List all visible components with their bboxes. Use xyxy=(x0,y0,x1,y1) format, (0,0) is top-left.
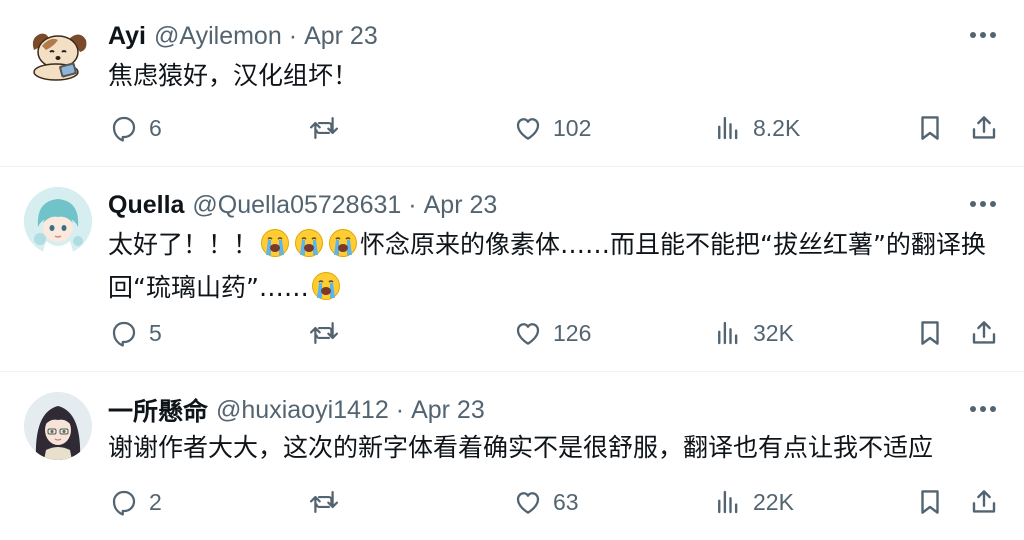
repost-arrows-icon xyxy=(308,112,340,144)
repost-button[interactable] xyxy=(308,482,349,522)
reply-count: 6 xyxy=(149,114,162,141)
tweet-text: 谢谢作者大大，这次的新字体看着确实不是很舒服，翻译也有点让我不适应 xyxy=(108,433,934,462)
user-handle[interactable]: @Ayilemon xyxy=(154,22,282,51)
heart-icon xyxy=(512,486,544,518)
tweet-2[interactable]: Quella @Quella05728631 · Apr 23 太好了！！！ 怀念… xyxy=(0,167,1024,371)
more-options-button[interactable] xyxy=(966,18,1000,52)
tweet-text: 太好了！！！ 怀念原来的像素体……而且能不能把“拔丝红薯”的翻译换 回“琉璃山药”… xyxy=(108,223,1008,309)
tweet-date[interactable]: Apr 23 xyxy=(424,191,498,220)
like-count: 63 xyxy=(553,488,579,515)
reply-bubble-icon xyxy=(108,112,140,144)
tweet-actions: 2 63 22K xyxy=(0,482,1024,522)
tweet-header: Quella @Quella05728631 · Apr 23 xyxy=(108,189,497,221)
anime-girl-teal-hair-avatar-icon xyxy=(24,187,92,255)
repost-arrows-icon xyxy=(308,317,340,349)
display-name[interactable]: Ayi xyxy=(108,22,146,51)
separator-dot: · xyxy=(395,395,405,424)
repost-button[interactable] xyxy=(308,313,349,353)
tweet-header: Ayi @Ayilemon · Apr 23 xyxy=(108,20,378,52)
tweet-date[interactable]: Apr 23 xyxy=(411,396,485,425)
bookmark-button[interactable] xyxy=(914,482,946,522)
avatar[interactable] xyxy=(24,392,92,460)
display-name[interactable]: 一所懸命 xyxy=(108,392,208,428)
reply-count: 5 xyxy=(149,319,162,346)
separator-dot: · xyxy=(408,190,417,219)
bookmark-button[interactable] xyxy=(914,313,946,353)
user-handle[interactable]: @huxiaoyi1412 xyxy=(216,396,389,425)
share-button[interactable] xyxy=(968,108,1000,148)
tweet-header: 一所懸命 @huxiaoyi1412 · Apr 23 xyxy=(108,392,485,428)
share-button[interactable] xyxy=(968,482,1000,522)
heart-icon xyxy=(512,317,544,349)
reply-button[interactable]: 6 xyxy=(108,108,162,148)
reply-count: 2 xyxy=(149,488,162,515)
loudly-crying-face-icon xyxy=(260,228,290,258)
loudly-crying-face-icon xyxy=(294,228,324,258)
views-bar-chart-icon xyxy=(712,112,744,144)
separator-dot: · xyxy=(288,21,298,50)
avatar[interactable] xyxy=(24,20,92,88)
loudly-crying-face-icon xyxy=(311,271,341,301)
tweet-text-part: 怀念原来的像素体……而且能不能把“拔丝红薯”的翻译换 xyxy=(360,230,986,259)
view-count: 22K xyxy=(753,488,794,515)
share-upload-icon xyxy=(968,112,1000,144)
like-count: 102 xyxy=(553,114,592,141)
share-upload-icon xyxy=(968,317,1000,349)
more-dots-icon xyxy=(970,32,996,38)
like-button[interactable]: 102 xyxy=(512,108,591,148)
avatar[interactable] xyxy=(24,187,92,255)
tweet-text: 焦虑猿好，汉化组坏！ xyxy=(108,61,359,90)
user-handle[interactable]: @Quella05728631 xyxy=(192,191,401,220)
more-dots-icon xyxy=(970,406,996,412)
share-button[interactable] xyxy=(968,313,1000,353)
tweet-1[interactable]: Ayi @Ayilemon · Apr 23 焦虑猿好，汉化组坏！ 6 102 … xyxy=(0,0,1024,166)
views-bar-chart-icon xyxy=(712,317,744,349)
views-button[interactable]: 22K xyxy=(712,482,794,522)
reply-bubble-icon xyxy=(108,317,140,349)
heart-icon xyxy=(512,112,544,144)
dog-lying-avatar-icon xyxy=(24,20,92,88)
tweet-text-part: 太好了！！！ xyxy=(108,230,259,259)
loudly-crying-face-icon xyxy=(328,228,358,258)
bookmark-icon xyxy=(914,486,946,518)
reply-button[interactable]: 2 xyxy=(108,482,162,522)
bookmark-icon xyxy=(914,112,946,144)
bookmark-button[interactable] xyxy=(914,108,946,148)
tweet-date[interactable]: Apr 23 xyxy=(304,22,378,51)
repost-arrows-icon xyxy=(308,486,340,518)
bookmark-icon xyxy=(914,317,946,349)
more-options-button[interactable] xyxy=(966,187,1000,221)
share-upload-icon xyxy=(968,486,1000,518)
views-button[interactable]: 32K xyxy=(712,313,794,353)
tweet-3[interactable]: 一所懸命 @huxiaoyi1412 · Apr 23 谢谢作者大大，这次的新字… xyxy=(0,372,1024,540)
views-button[interactable]: 8.2K xyxy=(712,108,800,148)
like-count: 126 xyxy=(553,319,592,346)
views-bar-chart-icon xyxy=(712,486,744,518)
reply-bubble-icon xyxy=(108,486,140,518)
like-button[interactable]: 126 xyxy=(512,313,591,353)
tweet-actions: 6 102 8.2K xyxy=(0,108,1024,148)
display-name[interactable]: Quella xyxy=(108,191,184,220)
tweet-text-part: 回“琉璃山药”…… xyxy=(108,273,309,302)
like-button[interactable]: 63 xyxy=(512,482,579,522)
repost-button[interactable] xyxy=(308,108,349,148)
view-count: 32K xyxy=(753,319,794,346)
view-count: 8.2K xyxy=(753,114,801,141)
anime-girl-dark-hair-avatar-icon xyxy=(24,392,92,460)
more-dots-icon xyxy=(970,201,996,207)
reply-button[interactable]: 5 xyxy=(108,313,162,353)
more-options-button[interactable] xyxy=(966,392,1000,426)
tweet-actions: 5 126 32K xyxy=(0,313,1024,353)
